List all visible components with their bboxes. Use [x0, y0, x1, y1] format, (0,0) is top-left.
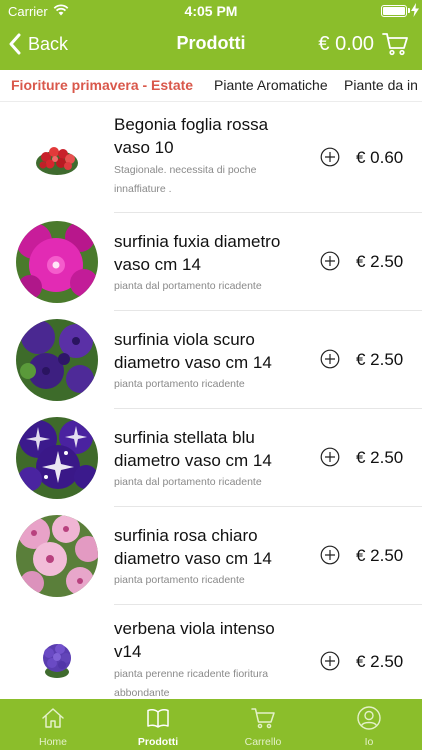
product-row[interactable]: Begonia foglia rossa vaso 10 Stagionale.… [0, 103, 422, 213]
cart-icon [382, 33, 408, 56]
tab-home-label: Home [38, 736, 67, 748]
tab-piante-aromatiche[interactable]: Piante Aromatiche [214, 77, 328, 93]
product-row[interactable]: surfinia stellata blu diametro vaso cm 1… [0, 409, 422, 507]
product-image-surfinia-rosa-chiaro [16, 515, 98, 597]
product-name: surfinia rosa chiaro diametro vaso cm 14 [114, 526, 272, 568]
product-price: € 2.50 [356, 546, 404, 565]
tab-io[interactable]: Io [329, 699, 409, 750]
product-name: verbena viola intenso v14 [114, 619, 275, 661]
status-bar: Carrier 4:05 PM [0, 0, 422, 22]
plus-circle-icon [320, 251, 340, 271]
product-image-surfinia-stellata-blu [16, 417, 98, 499]
top-bar: Carrier 4:05 PM Back Prodotti € 0.00 [0, 0, 422, 70]
tab-bar: Home Prodotti Carrello Io [0, 699, 422, 750]
product-description: pianta dal portamento ricadente [114, 476, 262, 488]
charging-icon [411, 3, 419, 17]
product-price: € 0.60 [356, 148, 404, 167]
product-price: € 2.50 [356, 448, 404, 467]
product-image-verbena-viola [34, 638, 80, 684]
product-row[interactable]: surfinia viola scuro diametro vaso cm 14… [0, 311, 422, 409]
add-to-cart-button[interactable] [320, 651, 340, 671]
product-row[interactable]: surfinia fuxia diametro vaso cm 14 piant… [0, 213, 422, 311]
cart-icon [251, 708, 275, 729]
cart-total-amount: € 0.00 [318, 32, 374, 55]
tab-fioriture-primavera-estate[interactable]: Fioriture primavera - Estate [11, 77, 193, 93]
product-description: Stagionale. necessita di poche innaffiat… [114, 164, 257, 195]
add-to-cart-button[interactable] [320, 545, 340, 565]
add-to-cart-button[interactable] [320, 447, 340, 467]
status-time: 4:05 PM [184, 3, 238, 19]
product-price: € 2.50 [356, 652, 404, 671]
product-name: surfinia fuxia diametro vaso cm 14 [114, 232, 281, 274]
plus-circle-icon [320, 147, 340, 167]
battery-icon [381, 5, 407, 17]
plus-circle-icon [320, 349, 340, 369]
product-name: Begonia foglia rossa vaso 10 [114, 115, 269, 157]
cart-total-button[interactable]: € 0.00 [318, 31, 408, 57]
tab-carrello-label: Carrello [244, 736, 282, 748]
navigation-bar: Back Prodotti € 0.00 [0, 22, 422, 70]
product-name: surfinia stellata blu diametro vaso cm 1… [114, 428, 272, 470]
product-description: pianta portamento ricadente [114, 574, 245, 586]
product-price: € 2.50 [356, 252, 404, 271]
product-row[interactable]: surfinia rosa chiaro diametro vaso cm 14… [0, 507, 422, 605]
product-description: pianta dal portamento ricadente [114, 280, 262, 292]
add-to-cart-button[interactable] [320, 251, 340, 271]
product-list[interactable]: Begonia foglia rossa vaso 10 Stagionale.… [0, 103, 422, 699]
product-image-surfinia-viola-scuro [16, 319, 98, 401]
tab-prodotti[interactable]: Prodotti [118, 699, 198, 750]
product-description: pianta perenne ricadente fioritura abbon… [114, 668, 269, 699]
product-name: surfinia viola scuro diametro vaso cm 14 [114, 330, 272, 372]
user-icon [357, 706, 381, 730]
tab-prodotti-label: Prodotti [137, 736, 179, 748]
product-row[interactable]: verbena viola intenso v14 pianta perenne… [0, 605, 422, 699]
product-image-surfinia-fuxia [16, 221, 98, 303]
product-description: pianta portamento ricadente [114, 378, 245, 390]
plus-circle-icon [320, 651, 340, 671]
home-icon [42, 708, 64, 728]
tab-home[interactable]: Home [13, 699, 93, 750]
tab-carrello[interactable]: Carrello [223, 699, 303, 750]
book-icon [147, 709, 169, 728]
tab-piante-da-interno[interactable]: Piante da in [344, 77, 418, 93]
product-image-begonia [34, 135, 80, 181]
plus-circle-icon [320, 545, 340, 565]
product-price: € 2.50 [356, 350, 404, 369]
add-to-cart-button[interactable] [320, 349, 340, 369]
plus-circle-icon [320, 447, 340, 467]
tab-io-label: Io [364, 736, 374, 748]
add-to-cart-button[interactable] [320, 147, 340, 167]
category-tabs: Fioriture primavera - Estate Piante Arom… [0, 70, 422, 102]
